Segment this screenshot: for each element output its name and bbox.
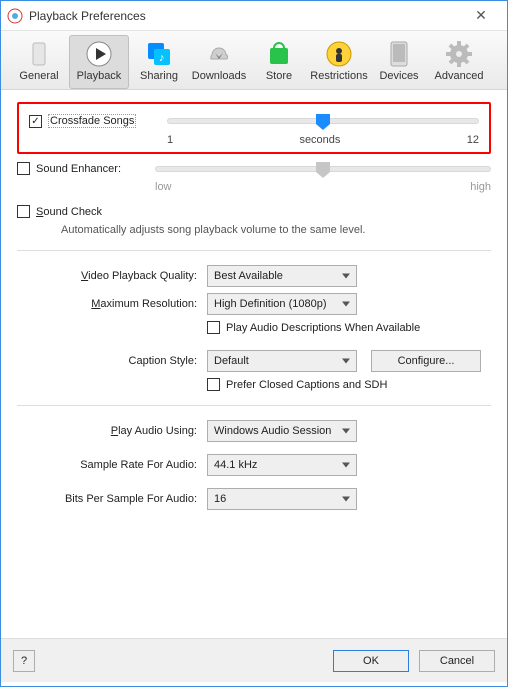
sound-check-label: Sound Check [36,206,102,218]
ok-button[interactable]: OK [333,650,409,672]
general-icon [29,42,49,66]
sample-rate-label: Sample Rate For Audio: [17,459,207,471]
configure-button[interactable]: Configure... [371,350,481,372]
sharing-icon: ♪ [146,41,172,67]
tab-label: Store [250,70,308,82]
tab-restrictions[interactable]: Restrictions [309,35,369,89]
window-title: Playback Preferences [29,9,461,23]
video-quality-label: Video Playback Quality: [17,270,207,282]
tab-devices[interactable]: Devices [369,35,429,89]
crossfade-slider[interactable] [167,118,479,124]
video-quality-select[interactable]: Best Available [207,265,357,287]
separator [17,405,491,406]
max-resolution-select[interactable]: High Definition (1080p) [207,293,357,315]
tab-label: Devices [370,70,428,82]
play-audio-using-label: Play Audio Using: [17,425,207,437]
caption-style-label: Caption Style: [17,355,207,367]
crossfade-checkbox[interactable] [29,115,42,128]
play-audio-using-select[interactable]: Windows Audio Session [207,420,357,442]
slider-thumb-icon [316,114,330,130]
sound-enhancer-slider[interactable] [155,166,491,172]
prefer-cc-label: Prefer Closed Captions and SDH [226,379,387,391]
audio-descriptions-label: Play Audio Descriptions When Available [226,322,420,334]
footer: ? OK Cancel [1,638,507,682]
svg-text:♪: ♪ [159,52,165,64]
tab-general[interactable]: General [9,35,69,89]
content-area: Crossfade Songs 1 seconds 12 Sound Enhan… [1,90,507,682]
downloads-icon [206,41,232,67]
close-button[interactable]: ✕ [461,2,501,30]
sound-enhancer-label: Sound Enhancer: [36,163,121,175]
enhancer-high: high [470,181,491,193]
tab-playback[interactable]: Playback [69,35,129,89]
enhancer-low: low [155,181,172,193]
tab-label: Restrictions [310,70,368,82]
tab-label: Downloads [190,70,248,82]
slider-thumb-icon [316,162,330,178]
crossfade-unit: seconds [173,134,467,146]
cancel-button[interactable]: Cancel [419,650,495,672]
sound-enhancer-checkbox[interactable] [17,162,30,175]
store-icon [268,42,290,66]
help-button[interactable]: ? [13,650,35,672]
tab-label: General [10,70,68,82]
max-resolution-label: Maximum Resolution: [17,298,207,310]
tab-advanced[interactable]: Advanced [429,35,489,89]
bits-per-sample-label: Bits Per Sample For Audio: [17,493,207,505]
tab-label: Advanced [430,70,488,82]
tab-store[interactable]: Store [249,35,309,89]
bits-per-sample-select[interactable]: 16 [207,488,357,510]
tab-label: Playback [70,70,128,82]
tab-sharing[interactable]: ♪ Sharing [129,35,189,89]
sound-check-desc: Automatically adjusts song playback volu… [17,224,491,236]
restrictions-icon [326,41,352,67]
toolbar: General Playback ♪ Sharing Downloads Sto… [1,31,507,90]
devices-icon [390,41,408,67]
tab-downloads[interactable]: Downloads [189,35,249,89]
crossfade-label: Crossfade Songs [48,114,136,128]
prefer-cc-checkbox[interactable] [207,378,220,391]
sample-rate-select[interactable]: 44.1 kHz [207,454,357,476]
caption-style-select[interactable]: Default [207,350,357,372]
audio-descriptions-checkbox[interactable] [207,321,220,334]
highlight-box: Crossfade Songs 1 seconds 12 [17,102,491,154]
app-icon [7,8,23,24]
playback-icon [86,41,112,67]
advanced-icon [446,41,472,67]
sound-check-checkbox[interactable] [17,205,30,218]
title-bar: Playback Preferences ✕ [1,1,507,31]
separator [17,250,491,251]
crossfade-max: 12 [467,134,479,146]
tab-label: Sharing [130,70,188,82]
